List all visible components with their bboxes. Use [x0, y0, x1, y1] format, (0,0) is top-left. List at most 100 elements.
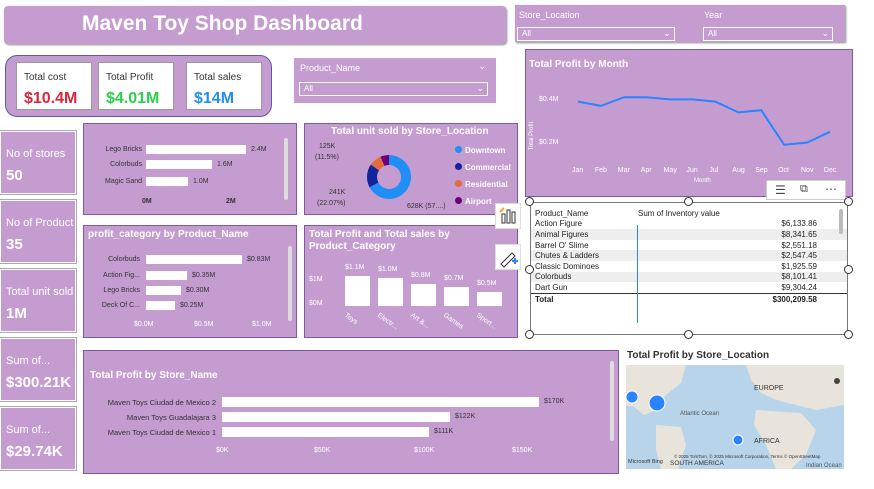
bar[interactable]: [146, 177, 188, 186]
focus-mode-icon[interactable]: ⧉: [800, 183, 808, 196]
unit-sold-by-location-chart[interactable]: Total unit sold by Store_Location 125K (…: [304, 123, 518, 215]
legend-item[interactable]: Residential: [455, 180, 511, 197]
resize-handle[interactable]: [684, 197, 693, 206]
product-name-dropdown[interactable]: All ⌄: [299, 82, 488, 96]
bar[interactable]: [222, 427, 429, 437]
bar-value: $0.30M: [186, 287, 210, 294]
table-scrollbar[interactable]: [839, 209, 843, 234]
legend-item[interactable]: Commercial: [455, 163, 511, 180]
bar[interactable]: [146, 255, 242, 264]
map-label: EUROPE: [754, 385, 784, 392]
month-tick: May: [663, 167, 677, 174]
column-header[interactable]: Product_Name: [531, 208, 634, 219]
legend-item[interactable]: Downtown: [455, 146, 511, 163]
map-title: Total Profit by Store_Location: [627, 350, 770, 361]
donut-label: 125K: [319, 143, 336, 150]
filter-icon[interactable]: ☰: [775, 183, 786, 197]
month-tick: Jul: [709, 167, 719, 174]
inventory-table[interactable]: Product_Name Sum of Inventory value Acti…: [530, 202, 848, 335]
card-no-of-stores[interactable]: No of stores 50: [0, 131, 76, 194]
x-tick: $150K: [512, 447, 533, 454]
map-visual[interactable]: EUROPE Atlantic Ocean AFRICA SOUTH AMERI…: [626, 365, 844, 469]
category-bar[interactable]: [378, 278, 403, 306]
format-visual-icon[interactable]: [495, 203, 521, 229]
resize-handle[interactable]: [684, 330, 693, 339]
store-location-dropdown[interactable]: All ⌄: [517, 27, 675, 41]
map-bubble[interactable]: [648, 394, 666, 412]
resize-handle[interactable]: [525, 265, 534, 274]
category-bar[interactable]: [477, 292, 502, 306]
table: Product_Name Sum of Inventory value Acti…: [531, 208, 847, 304]
scrollbar[interactable]: [288, 246, 292, 321]
profit-by-month-chart[interactable]: Total Profit by Month Total Profit $0.4M…: [525, 49, 853, 197]
profit-sales-by-category-chart[interactable]: Total Profit and Total sales by Product_…: [304, 225, 518, 338]
card-label: No of Product: [6, 217, 74, 229]
table-row[interactable]: Classic Dominoes $1,925.59: [531, 261, 847, 272]
bar-value: $170K: [544, 398, 565, 405]
category-bar[interactable]: [444, 287, 469, 306]
card-total-unit-sold[interactable]: Total unit sold 1M: [0, 269, 76, 332]
card-value: 35: [6, 236, 23, 253]
card-no-of-product[interactable]: No of Product 35: [0, 200, 76, 263]
profit-category-chart[interactable]: profit_category by Product_Name Colorbud…: [83, 225, 297, 338]
map-label: Atlantic Ocean: [680, 411, 720, 417]
table-row[interactable]: Chutes & Ladders $2,547.45: [531, 250, 847, 261]
card-sum-inventory[interactable]: Sum of... $300.21K: [0, 338, 76, 401]
year-dropdown[interactable]: All ⌄: [703, 27, 833, 41]
store-location-label: Store_Location: [519, 10, 580, 20]
chart-title: Total Profit by Store_Name: [90, 370, 218, 381]
x-axis-title: Month: [694, 178, 711, 184]
table-row[interactable]: Action Figure $6,133.86: [531, 219, 847, 230]
bar-label: Deck Of C...: [101, 302, 140, 309]
table-row[interactable]: Colorbuds $8,101.41: [531, 271, 847, 283]
map-bubble[interactable]: [626, 390, 639, 404]
table-row[interactable]: Animal Figures $8,341.65: [531, 229, 847, 240]
bar[interactable]: [146, 301, 175, 310]
table-row[interactable]: Dart Gun $9,304.24: [531, 282, 847, 293]
bar[interactable]: [146, 286, 181, 295]
analytics-icon[interactable]: [495, 244, 521, 270]
profit-line[interactable]: [577, 96, 831, 146]
profit-by-store-name-chart[interactable]: Total Profit by Store_Name Maven Toys Ci…: [83, 350, 619, 474]
resize-handle[interactable]: [525, 197, 534, 206]
column-divider: [637, 225, 638, 323]
kpi-card-total-sales[interactable]: Total sales $14M: [186, 62, 262, 110]
category-bar[interactable]: [345, 276, 370, 306]
resize-handle[interactable]: [844, 197, 853, 206]
kpi-card-total-cost[interactable]: Total cost $10.4M: [16, 62, 92, 110]
bar-value: $111K: [434, 428, 454, 435]
scrollbar[interactable]: [284, 138, 288, 200]
kpi-value: $14M: [194, 90, 235, 107]
map-bubble[interactable]: [732, 434, 744, 446]
bar[interactable]: [222, 412, 450, 422]
bar[interactable]: [146, 160, 212, 169]
chevron-down-icon: ⌄: [476, 83, 484, 93]
bar-label: Lego Bricks: [105, 146, 142, 153]
resize-handle[interactable]: [844, 265, 853, 274]
bar[interactable]: [146, 145, 246, 154]
map-credits[interactable]: © 2025 TomTom, © 2025 Microsoft Corporat…: [674, 454, 842, 459]
bar[interactable]: [146, 271, 187, 280]
category-bar[interactable]: [411, 284, 436, 306]
scrollbar[interactable]: [610, 361, 614, 441]
map-label: Indian Ocean: [806, 463, 842, 469]
card-value: $29.74K: [6, 443, 63, 460]
table-row[interactable]: Barrel O' Slime $2,551.18: [531, 240, 847, 251]
resize-handle[interactable]: [525, 330, 534, 339]
legend-dot: [455, 197, 462, 204]
chevron-down-icon: ⌄: [478, 61, 486, 71]
bar-label: Magic Sand: [105, 178, 142, 185]
kpi-card-total-profit[interactable]: Total Profit $4.01M: [98, 62, 174, 110]
column-header[interactable]: Sum of Inventory value: [634, 208, 847, 219]
map-control[interactable]: [834, 378, 840, 384]
card-sum-other[interactable]: Sum of... $29.74K: [0, 407, 76, 470]
units-by-product-chart[interactable]: Lego Bricks 2.4M Colorbuds 1.6M Magic Sa…: [83, 123, 297, 215]
bar[interactable]: [222, 397, 539, 407]
line-chart-svg: [577, 96, 831, 146]
donut-label: 628K (57....): [407, 203, 446, 210]
donut-label: 241K: [329, 189, 346, 196]
month-tick: Aug: [732, 167, 745, 174]
resize-handle[interactable]: [844, 330, 853, 339]
more-options-icon[interactable]: ⋯: [825, 182, 837, 196]
card-value: 1M: [6, 305, 27, 322]
